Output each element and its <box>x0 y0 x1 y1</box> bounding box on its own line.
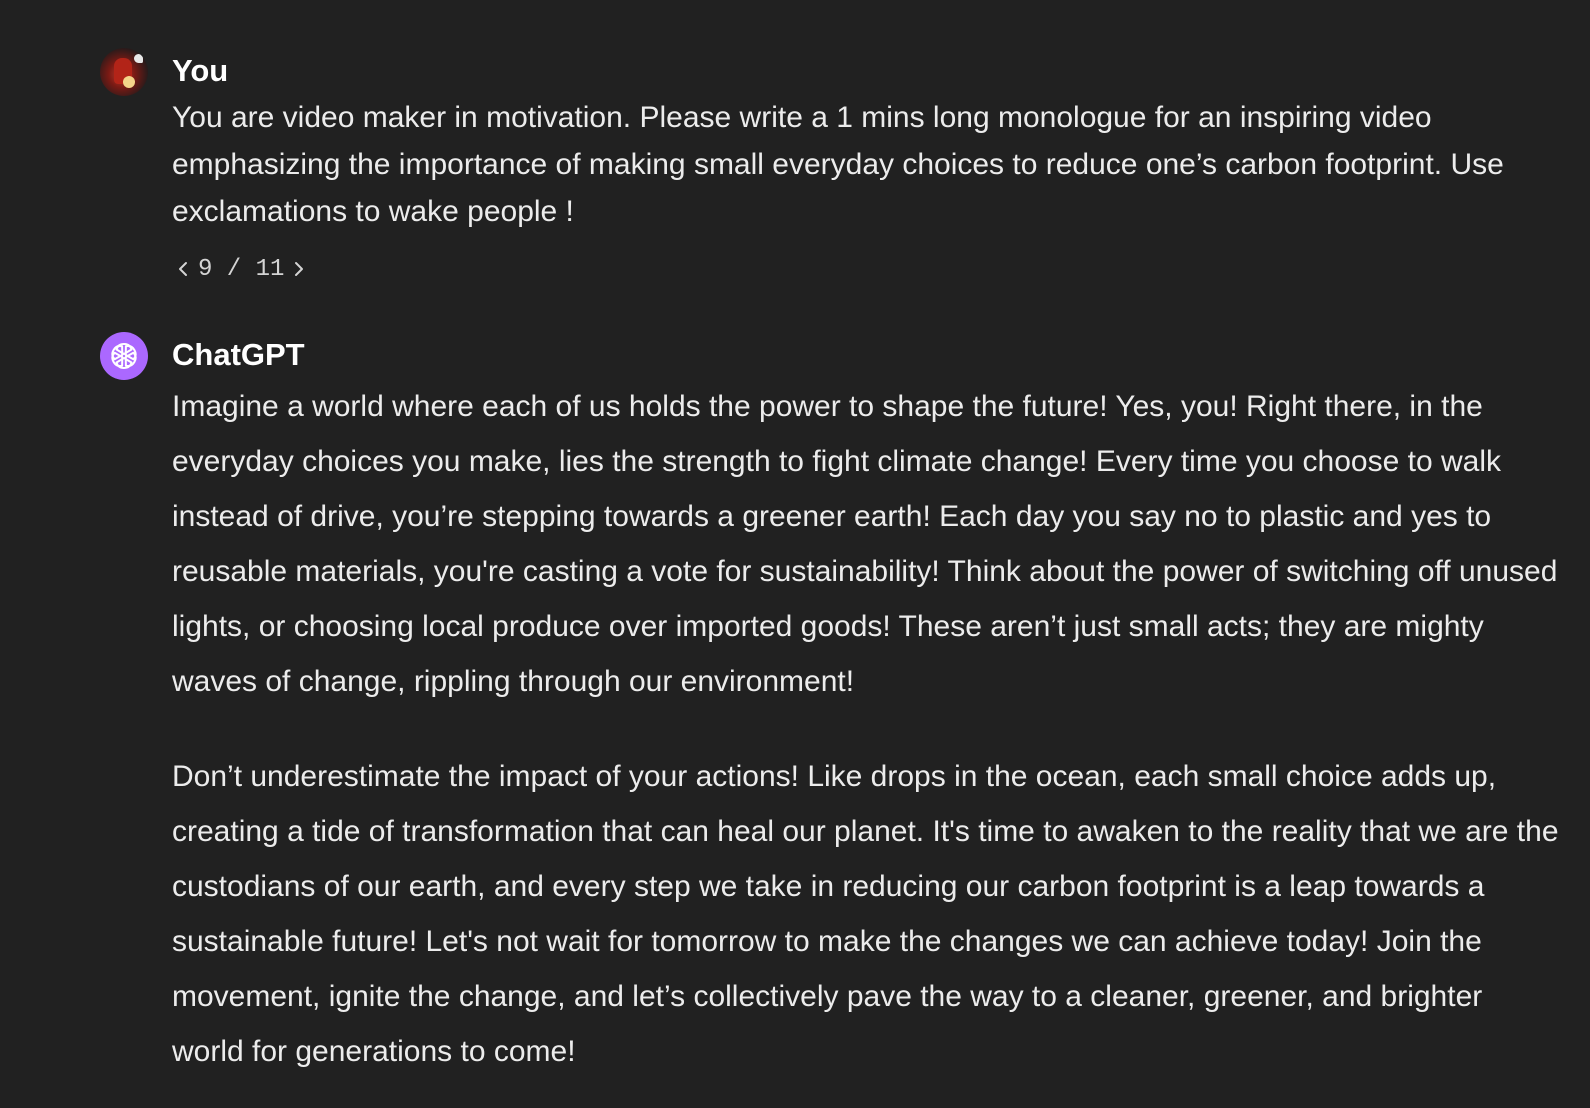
chevron-left-icon[interactable] <box>172 253 194 285</box>
user-avatar-icon <box>100 48 148 96</box>
openai-logo-icon <box>100 332 148 380</box>
assistant-message-text: Imagine a world where each of us holds t… <box>172 379 1560 1079</box>
assistant-message: ChatGPT Imagine a world where each of us… <box>100 332 1560 1079</box>
user-message-content: You You are video maker in motivation. P… <box>172 51 1560 285</box>
assistant-paragraph: Imagine a world where each of us holds t… <box>172 390 1558 698</box>
response-pager: 9 / 11 <box>172 253 1560 285</box>
user-message-text: You are video maker in motivation. Pleas… <box>172 101 1504 228</box>
pager-count: 9 / 11 <box>198 255 285 283</box>
user-author-name: You <box>172 53 229 88</box>
assistant-author-name: ChatGPT <box>172 337 305 372</box>
user-message: You You are video maker in motivation. P… <box>100 48 1560 285</box>
assistant-message-content: ChatGPT Imagine a world where each of us… <box>172 335 1560 1079</box>
assistant-paragraph: Don’t underestimate the impact of your a… <box>172 760 1559 1068</box>
chevron-right-icon[interactable] <box>288 253 310 285</box>
